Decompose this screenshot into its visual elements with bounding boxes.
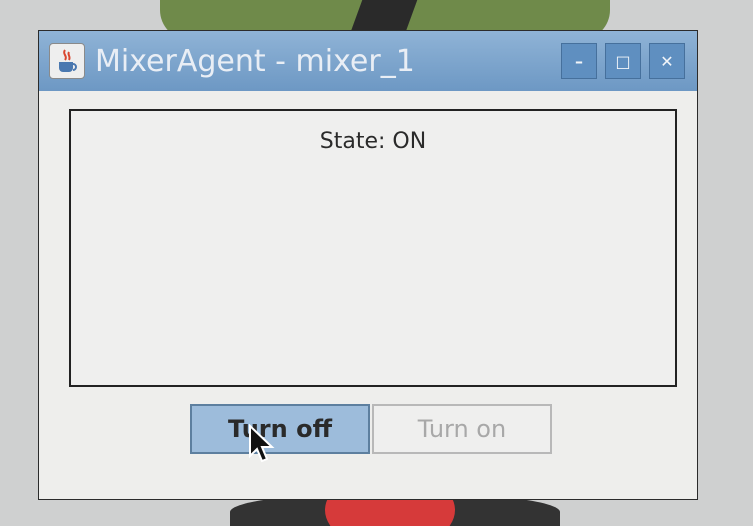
title-bar[interactable]: MixerAgent - mixer_1 – □ ✕ bbox=[39, 31, 697, 91]
java-app-icon bbox=[49, 43, 85, 79]
state-label: State: ON bbox=[319, 129, 427, 154]
minimize-icon: – bbox=[575, 51, 583, 71]
close-button[interactable]: ✕ bbox=[649, 43, 685, 79]
window-title: MixerAgent - mixer_1 bbox=[95, 43, 415, 79]
maximize-icon: □ bbox=[615, 51, 631, 71]
minimize-button[interactable]: – bbox=[561, 43, 597, 79]
turn-off-button[interactable]: Turn off bbox=[190, 404, 370, 454]
mixer-agent-window: MixerAgent - mixer_1 – □ ✕ State: ON Tur… bbox=[38, 30, 698, 500]
window-controls: – □ ✕ bbox=[561, 43, 685, 79]
desktop: MixerAgent - mixer_1 – □ ✕ State: ON Tur… bbox=[0, 0, 753, 526]
mouse-cursor-icon bbox=[249, 424, 275, 463]
maximize-button[interactable]: □ bbox=[605, 43, 641, 79]
coffee-cup-icon bbox=[59, 49, 77, 72]
turn-on-button[interactable]: Turn on bbox=[372, 404, 552, 454]
close-icon: ✕ bbox=[660, 51, 674, 71]
state-panel: State: ON bbox=[69, 109, 677, 387]
